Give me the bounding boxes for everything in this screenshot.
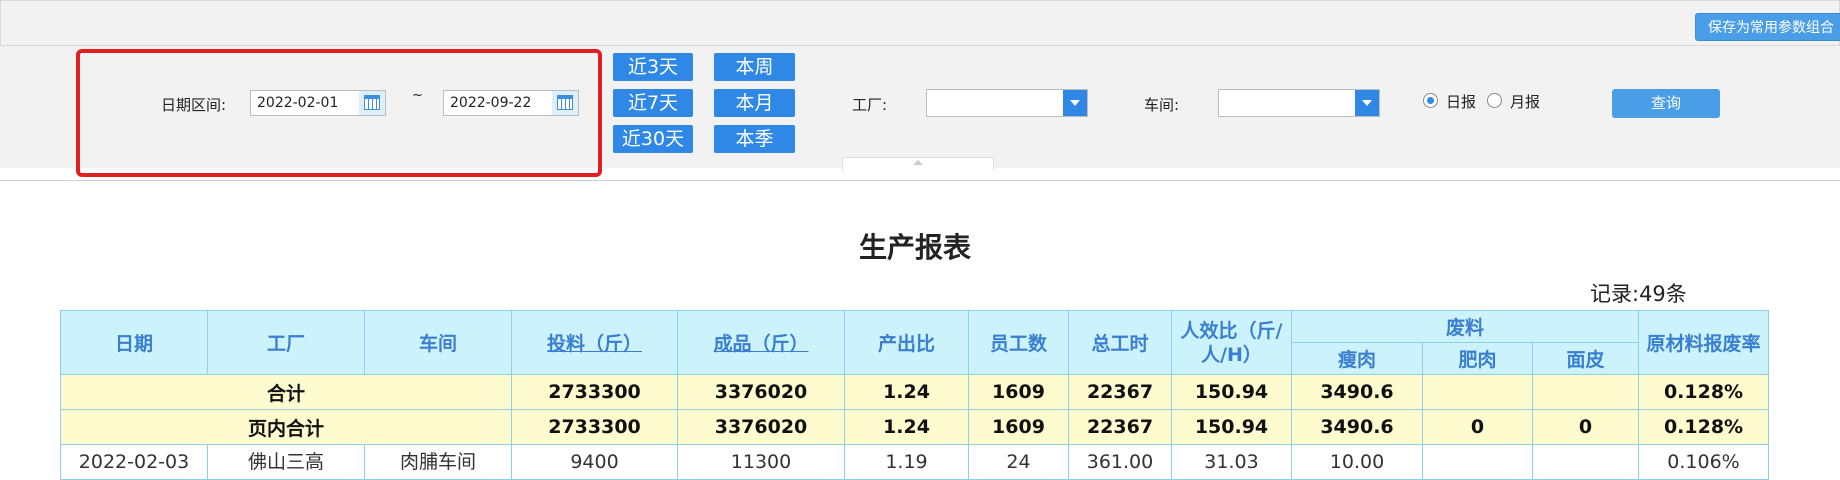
cell-factory: 佛山三高 (207, 444, 365, 480)
monthly-report-radio[interactable] (1487, 93, 1502, 108)
total-hours: 22367 (1068, 374, 1172, 410)
this-quarter-button[interactable]: 本季 (714, 125, 795, 153)
page-total-staff: 1609 (968, 409, 1069, 445)
cell-workshop: 肉脯车间 (364, 444, 512, 480)
cell-input: 9400 (511, 444, 678, 480)
cell-date: 2022-02-03 (60, 444, 208, 480)
cell-ratio: 1.19 (844, 444, 969, 480)
daily-report-radio[interactable] (1423, 93, 1438, 108)
col-output-sort-link[interactable]: 成品（斤） (677, 310, 845, 375)
total-scrap-rate: 0.128% (1638, 374, 1770, 410)
col-efficiency[interactable]: 人效比（斤/人/H） (1171, 310, 1292, 375)
end-date-field[interactable]: 2022-09-22 (443, 90, 579, 116)
total-ratio: 1.24 (844, 374, 969, 410)
report-table: 日期 工厂 车间 投料（斤） 成品（斤） 产出比 员工数 总工时 人效比（斤/人… (60, 310, 1770, 480)
calendar-icon[interactable] (359, 91, 385, 115)
cell-staff: 24 (968, 444, 1069, 480)
end-date-value: 2022-09-22 (450, 95, 532, 111)
page-total-scrap-rate: 0.128% (1638, 409, 1770, 445)
top-toolbar: 保存为常用参数组合 (0, 0, 1840, 46)
collapse-panel-toggle[interactable] (842, 157, 994, 170)
save-params-button[interactable]: 保存为常用参数组合 (1695, 13, 1840, 41)
this-month-button[interactable]: 本月 (714, 89, 795, 117)
cell-lean: 10.00 (1291, 444, 1423, 480)
col-factory[interactable]: 工厂 (207, 310, 365, 375)
monthly-report-label: 月报 (1510, 93, 1541, 111)
col-hours[interactable]: 总工时 (1068, 310, 1172, 375)
total-efficiency: 150.94 (1171, 374, 1292, 410)
start-date-field[interactable]: 2022-02-01 (250, 90, 386, 116)
total-row: 合计 2733300 3376020 1.24 1609 22367 150.9… (60, 374, 1770, 410)
factory-label: 工厂: (852, 96, 888, 114)
col-input-sort-link[interactable]: 投料（斤） (511, 310, 678, 375)
page-total-input: 2733300 (511, 409, 678, 445)
date-range-label: 日期区间: (161, 96, 227, 114)
query-button[interactable]: 查询 (1612, 89, 1720, 118)
cell-scrap-rate: 0.106% (1638, 444, 1770, 480)
page-total-skin: 0 (1531, 409, 1640, 445)
total-input: 2733300 (511, 374, 678, 410)
daily-report-label: 日报 (1446, 93, 1477, 111)
page-total-fat: 0 (1422, 409, 1533, 445)
total-lean: 3490.6 (1291, 374, 1423, 410)
page-total-hours: 22367 (1068, 409, 1172, 445)
this-week-button[interactable]: 本周 (714, 53, 795, 81)
calendar-icon[interactable] (552, 91, 578, 115)
table-header-row: 日期 工厂 车间 投料（斤） 成品（斤） 产出比 员工数 总工时 人效比（斤/人… (60, 310, 1770, 375)
report-title: 生产报表 (858, 231, 971, 264)
col-date[interactable]: 日期 (60, 310, 208, 375)
page-total-ratio: 1.24 (844, 409, 969, 445)
total-output: 3376020 (677, 374, 845, 410)
last-30-days-button[interactable]: 近30天 (613, 125, 693, 153)
record-count: 记录:49条 (1590, 282, 1687, 306)
page-total-label: 页内合计 (60, 409, 512, 445)
page-total-lean: 3490.6 (1291, 409, 1423, 445)
page-total-row: 页内合计 2733300 3376020 1.24 1609 22367 150… (60, 409, 1770, 445)
factory-select[interactable] (926, 89, 1088, 117)
last-7-days-button[interactable]: 近7天 (613, 89, 693, 117)
col-skin[interactable]: 面皮 (1531, 342, 1640, 375)
total-skin (1531, 374, 1640, 410)
col-staff[interactable]: 员工数 (968, 310, 1069, 375)
col-workshop[interactable]: 车间 (364, 310, 512, 375)
chevron-down-icon[interactable] (1355, 90, 1379, 116)
divider (0, 180, 1840, 181)
col-waste-group: 废料 (1290, 310, 1640, 343)
col-lean[interactable]: 瘦肉 (1291, 342, 1423, 375)
col-fat[interactable]: 肥肉 (1422, 342, 1533, 375)
table-row[interactable]: 2022-02-03 佛山三高 肉脯车间 9400 11300 1.19 24 … (60, 444, 1770, 480)
workshop-select[interactable] (1218, 89, 1380, 117)
cell-output: 11300 (677, 444, 845, 480)
start-date-value: 2022-02-01 (257, 95, 339, 111)
workshop-label: 车间: (1144, 96, 1180, 114)
range-separator: ~ (412, 88, 423, 103)
cell-fat (1422, 444, 1533, 480)
last-3-days-button[interactable]: 近3天 (613, 53, 693, 81)
page-total-efficiency: 150.94 (1171, 409, 1292, 445)
cell-hours: 361.00 (1068, 444, 1172, 480)
chevron-down-icon[interactable] (1063, 90, 1087, 116)
col-scrap-rate[interactable]: 原材料报废率 (1638, 310, 1770, 375)
cell-efficiency: 31.03 (1171, 444, 1292, 480)
col-ratio[interactable]: 产出比 (844, 310, 969, 375)
cell-skin (1531, 444, 1640, 480)
total-staff: 1609 (968, 374, 1069, 410)
page-total-output: 3376020 (677, 409, 845, 445)
total-label: 合计 (60, 374, 512, 410)
total-fat (1422, 374, 1533, 410)
